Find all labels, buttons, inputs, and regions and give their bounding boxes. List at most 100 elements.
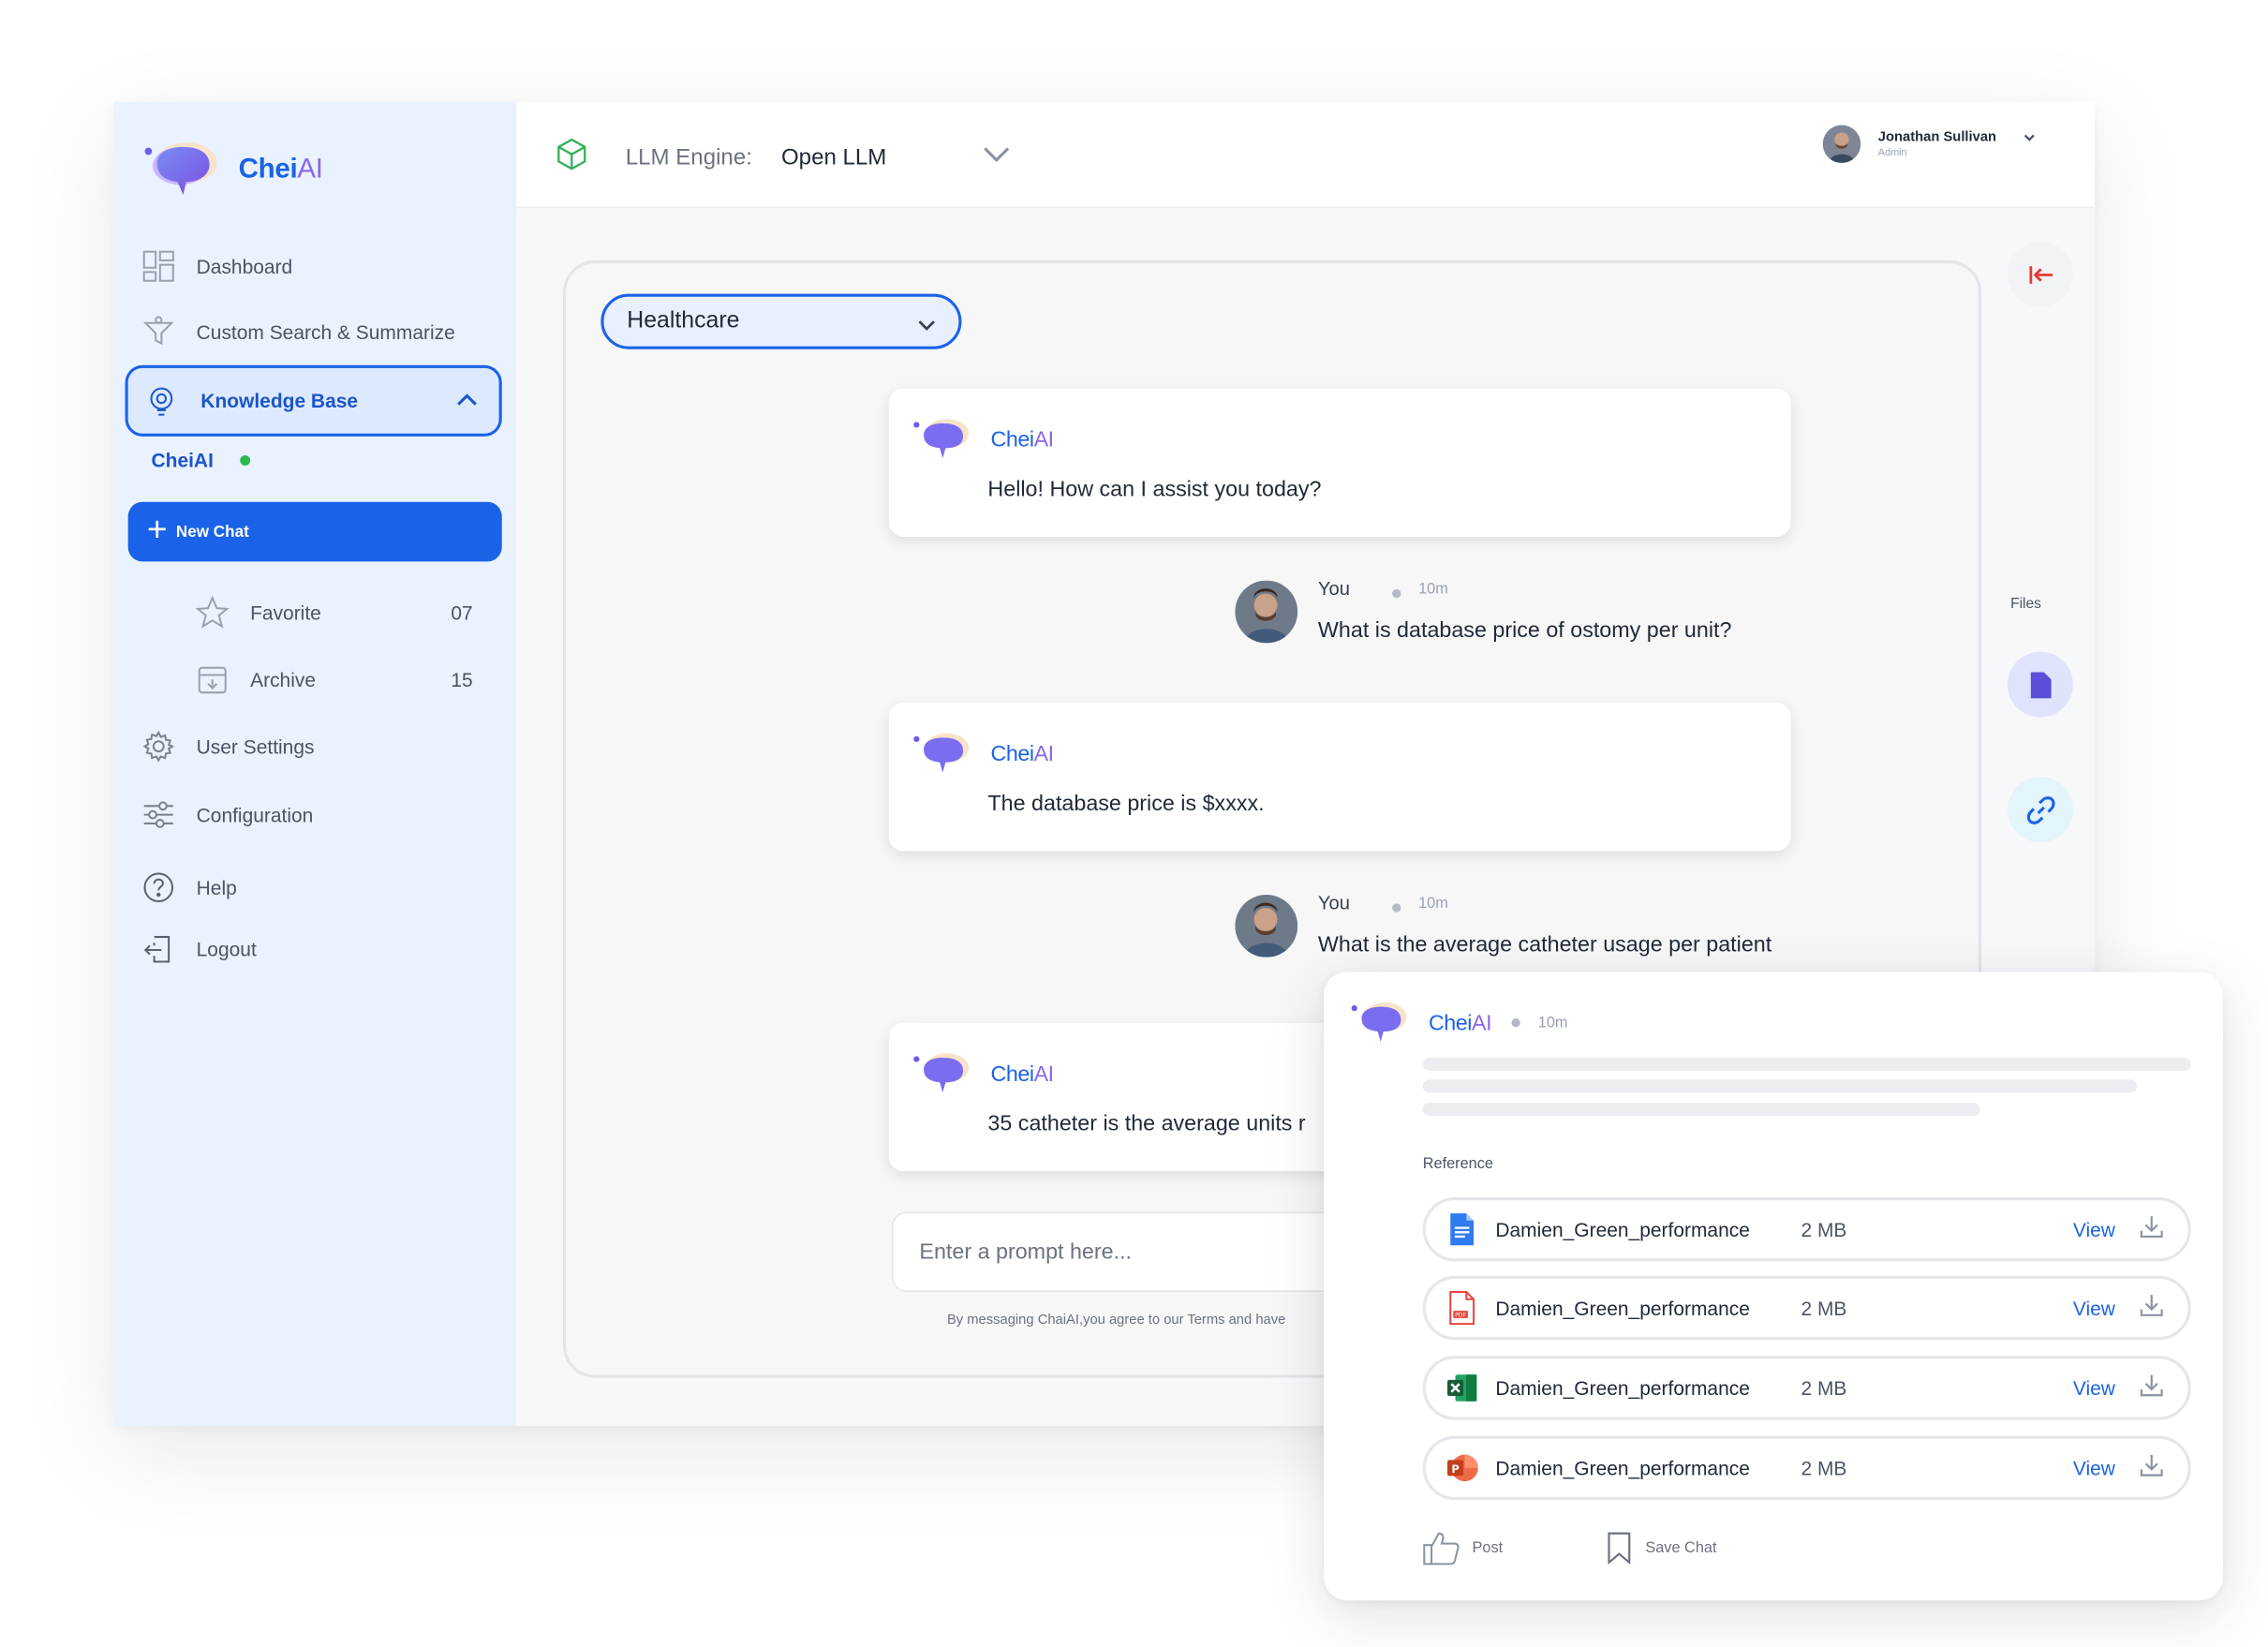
sidebar-item-label: Knowledge Base: [200, 390, 359, 412]
file-name: Damien_Green_performance: [1495, 1457, 1750, 1479]
sidebar-item-custom-search[interactable]: Custom Search & Summarize: [142, 313, 455, 350]
new-chat-button[interactable]: + New Chat: [127, 501, 502, 562]
chevron-down-icon[interactable]: [2023, 126, 2038, 152]
thumbs-up-icon: [1423, 1532, 1460, 1565]
collapse-panel-button[interactable]: [2008, 241, 2073, 307]
google-doc-icon: [1446, 1210, 1478, 1248]
sidebar-item-label: Custom Search & Summarize: [196, 320, 455, 343]
bot-avatar-icon: [913, 1053, 970, 1093]
reference-file-row[interactable]: P Damien_Green_performance 2 MB View: [1422, 1435, 2191, 1501]
sidebar-item-knowledge-base[interactable]: Knowledge Base: [125, 364, 502, 437]
chevron-down-icon: [916, 314, 937, 340]
bot-message: CheiAI The database price is $xxxx.: [888, 703, 1791, 852]
user-message-text: What is database price of ostomy per uni…: [1317, 617, 1732, 644]
file-size: 2 MB: [1801, 1457, 1847, 1479]
reference-file-row[interactable]: PDF Damien_Green_performance 2 MB View: [1422, 1275, 2191, 1341]
download-icon[interactable]: [2139, 1212, 2165, 1246]
reference-card-header: CheiAI 10m: [1350, 998, 1568, 1047]
sidebar-item-archive[interactable]: Archive 15: [195, 662, 473, 697]
sidebar-item-favorite[interactable]: Favorite 07: [195, 595, 473, 630]
sidebar-item-configuration[interactable]: Configuration: [142, 795, 313, 833]
view-file-link[interactable]: View: [2073, 1219, 2115, 1240]
separator-dot: [1511, 1018, 1521, 1028]
user-menu[interactable]: Jonathan Sullivan Admin: [1822, 125, 2038, 163]
bot-message-text: 35 catheter is the average units r: [987, 1111, 1306, 1136]
chevron-down-icon[interactable]: [983, 144, 1012, 172]
bot-message-text: The database price is $xxxx.: [987, 791, 1265, 817]
view-file-link[interactable]: View: [2073, 1377, 2115, 1399]
bot-header: CheiAI: [912, 415, 1054, 465]
link-button[interactable]: [2008, 777, 2073, 843]
sidebar-item-label: User Settings: [196, 734, 315, 758]
files-button[interactable]: [2008, 651, 2073, 718]
sidebar-item-label: Help: [196, 876, 237, 898]
reference-label: Reference: [1422, 1155, 1493, 1173]
sidebar-item-logout[interactable]: Logout: [142, 929, 257, 967]
user-message-text: What is the average catheter usage per p…: [1317, 932, 1772, 957]
bot-header: CheiAI: [912, 729, 1054, 779]
file-size: 2 MB: [1801, 1376, 1847, 1400]
knowledge-base-sub-item[interactable]: CheiAI: [152, 450, 250, 471]
avatar: [1235, 895, 1298, 957]
user-message-author: You: [1317, 577, 1350, 600]
link-icon: [2026, 795, 2054, 824]
gear-icon: [142, 730, 175, 763]
brand-logo[interactable]: CheiAI: [142, 137, 323, 203]
sidebar-item-label: Dashboard: [196, 255, 293, 277]
user-message-time: 10m: [1418, 895, 1448, 913]
post-button[interactable]: Post: [1423, 1531, 1503, 1565]
sidebar-item-dashboard[interactable]: Dashboard: [142, 247, 292, 285]
sidebar-item-label: Configuration: [196, 803, 314, 826]
sidebar-item-help[interactable]: Help: [142, 868, 237, 906]
sidebar-item-user-settings[interactable]: User Settings: [142, 727, 314, 764]
powerpoint-icon: P: [1446, 1449, 1478, 1487]
loading-skeleton-line: [1422, 1103, 1980, 1117]
download-icon[interactable]: [2139, 1372, 2165, 1405]
files-label: Files: [2010, 596, 2041, 613]
filter-icon: [142, 316, 174, 348]
file-size: 2 MB: [1801, 1218, 1847, 1240]
bookmark-icon: [1608, 1532, 1631, 1565]
llm-engine-value: Open LLM: [780, 144, 887, 170]
file-name: Damien_Green_performance: [1495, 1376, 1750, 1400]
prompt-placeholder: Enter a prompt here...: [919, 1239, 1133, 1265]
bot-message: CheiAI Hello! How can I assist you today…: [888, 388, 1791, 538]
lightbulb-icon: [145, 385, 177, 417]
sliders-icon: [142, 799, 174, 831]
bot-avatar-icon: [913, 733, 970, 773]
loading-skeleton-line: [1422, 1057, 2191, 1071]
bot-name: CheiAI: [1428, 1010, 1492, 1035]
star-icon: [195, 595, 230, 630]
favorite-label: Favorite: [250, 601, 321, 624]
reference-file-row[interactable]: Damien_Green_performance 2 MB View: [1422, 1197, 2191, 1262]
svg-text:PDF: PDF: [1455, 1312, 1467, 1318]
archive-icon: [195, 662, 230, 697]
avatar: [1822, 125, 1861, 163]
reference-card-time: 10m: [1537, 1014, 1568, 1032]
download-icon[interactable]: [2139, 1291, 2165, 1325]
bot-name: CheiAI: [990, 426, 1055, 453]
domain-value: Healthcare: [627, 308, 740, 334]
llm-engine-selector[interactable]: LLM Engine: Open LLM: [555, 137, 1012, 179]
chat-bubble-logo-icon: [144, 142, 217, 196]
user-name: Jonathan Sullivan: [1877, 129, 1997, 146]
brand-name: CheiAI: [238, 154, 323, 185]
file-name: Damien_Green_performance: [1495, 1297, 1750, 1319]
chevron-up-icon[interactable]: [455, 389, 479, 417]
domain-dropdown[interactable]: Healthcare: [600, 293, 962, 349]
download-icon[interactable]: [2139, 1451, 2165, 1485]
view-file-link[interactable]: View: [2073, 1457, 2115, 1478]
user-message-author: You: [1317, 891, 1350, 914]
favorite-count: 07: [451, 601, 473, 624]
cube-icon: [555, 137, 589, 179]
plus-icon: +: [146, 510, 168, 550]
sidebar-item-label: Logout: [196, 937, 257, 960]
reference-file-row[interactable]: Damien_Green_performance 2 MB View: [1422, 1356, 2191, 1420]
online-status-dot: [239, 455, 250, 466]
user-message-time: 10m: [1418, 580, 1448, 599]
save-chat-button[interactable]: Save Chat: [1605, 1532, 1716, 1565]
file-icon: [2030, 671, 2051, 698]
view-file-link[interactable]: View: [2073, 1297, 2115, 1318]
bot-header: CheiAI: [912, 1049, 1054, 1099]
loading-skeleton-line: [1422, 1079, 2138, 1093]
